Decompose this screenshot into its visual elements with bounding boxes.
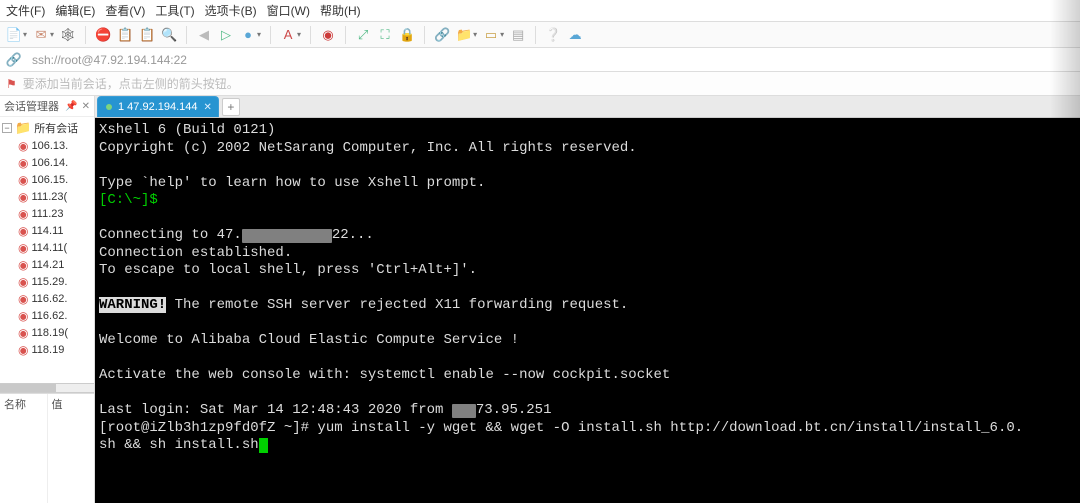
menu-tools[interactable]: 工具(T): [155, 2, 194, 19]
session-item[interactable]: ◉114.21: [0, 256, 94, 273]
tree-root[interactable]: − 📁 所有会话: [0, 119, 94, 137]
new-tab-button[interactable]: +: [222, 98, 240, 116]
collapse-icon[interactable]: −: [2, 123, 12, 133]
session-tree[interactable]: − 📁 所有会话 ◉106.13.◉106.14.◉106.15.◉111.23…: [0, 117, 94, 383]
session-label: 111.23: [31, 208, 63, 220]
session-label: 114.11: [31, 225, 63, 237]
address-input[interactable]: ssh://root@47.92.194.144:22: [28, 52, 1074, 68]
session-label: 106.13.: [31, 140, 68, 152]
sidebar-close-icon[interactable]: ✕: [82, 101, 90, 112]
session-label: 114.11(: [31, 242, 67, 254]
new-session-icon[interactable]: 📄▾: [6, 27, 27, 43]
tile-icon[interactable]: ▭▾: [483, 27, 504, 43]
session-icon: ◉: [18, 191, 28, 203]
session-icon: ◉: [18, 293, 28, 305]
script-icon[interactable]: ▤: [510, 27, 526, 43]
session-label: 118.19: [31, 344, 64, 356]
menu-file[interactable]: 文件(F): [6, 2, 45, 19]
menu-edit[interactable]: 编辑(E): [55, 2, 95, 19]
session-label: 114.21: [31, 259, 64, 271]
session-label: 111.23(: [31, 191, 67, 203]
props-col-name: 名称: [0, 394, 47, 503]
session-icon: ◉: [18, 157, 28, 169]
session-item[interactable]: ◉114.11(: [0, 239, 94, 256]
fullscreen-icon[interactable]: ⛶: [377, 27, 393, 43]
tunnel-icon[interactable]: 🔗: [434, 27, 450, 43]
menu-help[interactable]: 帮助(H): [320, 2, 361, 19]
dot-icon[interactable]: ●▾: [240, 27, 261, 43]
sidebar-title: 会话管理器: [4, 98, 59, 114]
address-bar: 🔗 ssh://root@47.92.194.144:22: [0, 48, 1080, 72]
session-item[interactable]: ◉111.23(: [0, 188, 94, 205]
session-label: 118.19(: [31, 327, 68, 339]
cloud-icon[interactable]: ☁: [567, 27, 583, 43]
nav-fwd-icon[interactable]: ▷: [218, 27, 234, 43]
session-item[interactable]: ◉115.29.: [0, 273, 94, 290]
session-item[interactable]: ◉106.13.: [0, 137, 94, 154]
session-icon: ◉: [18, 174, 28, 186]
tip-text: 要添加当前会话，点击左侧的箭头按钮。: [23, 75, 239, 92]
flag-icon: ⚑: [6, 77, 17, 91]
session-label: 116.62.: [31, 310, 67, 322]
open-icon[interactable]: ✉▾: [33, 27, 54, 43]
session-item[interactable]: ◉106.14.: [0, 154, 94, 171]
session-item[interactable]: ◉111.23: [0, 205, 94, 222]
session-item[interactable]: ◉116.62.: [0, 290, 94, 307]
paste-icon[interactable]: 📋: [139, 27, 155, 43]
tab-active[interactable]: 1 47.92.194.144 ✕: [97, 96, 219, 117]
tree-root-label: 所有会话: [34, 120, 78, 136]
tab-label: 1 47.92.194.144: [118, 101, 198, 113]
session-icon: ◉: [18, 310, 28, 322]
session-label: 115.29.: [31, 276, 67, 288]
connected-dot-icon: [106, 104, 112, 110]
session-item[interactable]: ◉118.19: [0, 341, 94, 358]
session-item[interactable]: ◉118.19(: [0, 324, 94, 341]
session-icon: ◉: [18, 140, 28, 152]
copy-icon[interactable]: 📋: [117, 27, 133, 43]
record-icon[interactable]: ◉: [320, 27, 336, 43]
session-label: 106.15.: [31, 174, 68, 186]
session-icon: ◉: [18, 344, 28, 356]
sidebar-pin-icon[interactable]: 📌: [65, 101, 77, 112]
reconnect-icon[interactable]: 🕸: [60, 27, 76, 43]
sidebar-header: 会话管理器 📌 ✕: [0, 96, 94, 117]
tab-strip: 1 47.92.194.144 ✕ +: [95, 96, 1080, 118]
sidebar-properties: 名称 值: [0, 393, 94, 503]
session-label: 106.14.: [31, 157, 68, 169]
font-icon[interactable]: A▾: [280, 27, 301, 43]
session-icon: ◉: [18, 259, 28, 271]
xftp-icon[interactable]: 📁▾: [456, 27, 477, 43]
disconnect-icon[interactable]: ⛔: [95, 27, 111, 43]
session-icon: ◉: [18, 225, 28, 237]
folder-icon: 📁: [15, 120, 31, 136]
menu-window[interactable]: 窗口(W): [267, 2, 310, 19]
tree-hscrollbar[interactable]: [0, 383, 94, 393]
find-icon[interactable]: 🔍: [161, 27, 177, 43]
session-label: 116.62.: [31, 293, 67, 305]
session-sidebar: 会话管理器 📌 ✕ − 📁 所有会话 ◉106.13.◉106.14.◉106.…: [0, 96, 95, 503]
terminal[interactable]: Xshell 6 (Build 0121)Copyright (c) 2002 …: [95, 118, 1080, 503]
nav-back-icon[interactable]: ◀: [196, 27, 212, 43]
session-icon: ◉: [18, 208, 28, 220]
session-item[interactable]: ◉116.62.: [0, 307, 94, 324]
menu-view[interactable]: 查看(V): [105, 2, 145, 19]
session-icon: ◉: [18, 242, 28, 254]
session-icon: ◉: [18, 276, 28, 288]
about-icon[interactable]: ❔: [545, 27, 561, 43]
menu-tabs[interactable]: 选项卡(B): [205, 2, 257, 19]
link-icon: 🔗: [6, 52, 22, 68]
tip-bar: ⚑ 要添加当前会话，点击左侧的箭头按钮。: [0, 72, 1080, 96]
menubar: 文件(F) 编辑(E) 查看(V) 工具(T) 选项卡(B) 窗口(W) 帮助(…: [0, 0, 1080, 22]
session-item[interactable]: ◉106.15.: [0, 171, 94, 188]
props-col-value: 值: [47, 394, 95, 503]
exit-full-icon[interactable]: ⤢: [355, 27, 371, 43]
lock-icon[interactable]: 🔒: [399, 27, 415, 43]
session-icon: ◉: [18, 327, 28, 339]
toolbar: 📄▾ ✉▾ 🕸 ⛔ 📋 📋 🔍 ◀ ▷ ●▾ A▾ ◉ ⤢ ⛶ 🔒 🔗 📁▾ ▭▾ ▤ ❔ ☁: [0, 22, 1080, 48]
tab-close-icon[interactable]: ✕: [204, 102, 212, 113]
session-item[interactable]: ◉114.11: [0, 222, 94, 239]
